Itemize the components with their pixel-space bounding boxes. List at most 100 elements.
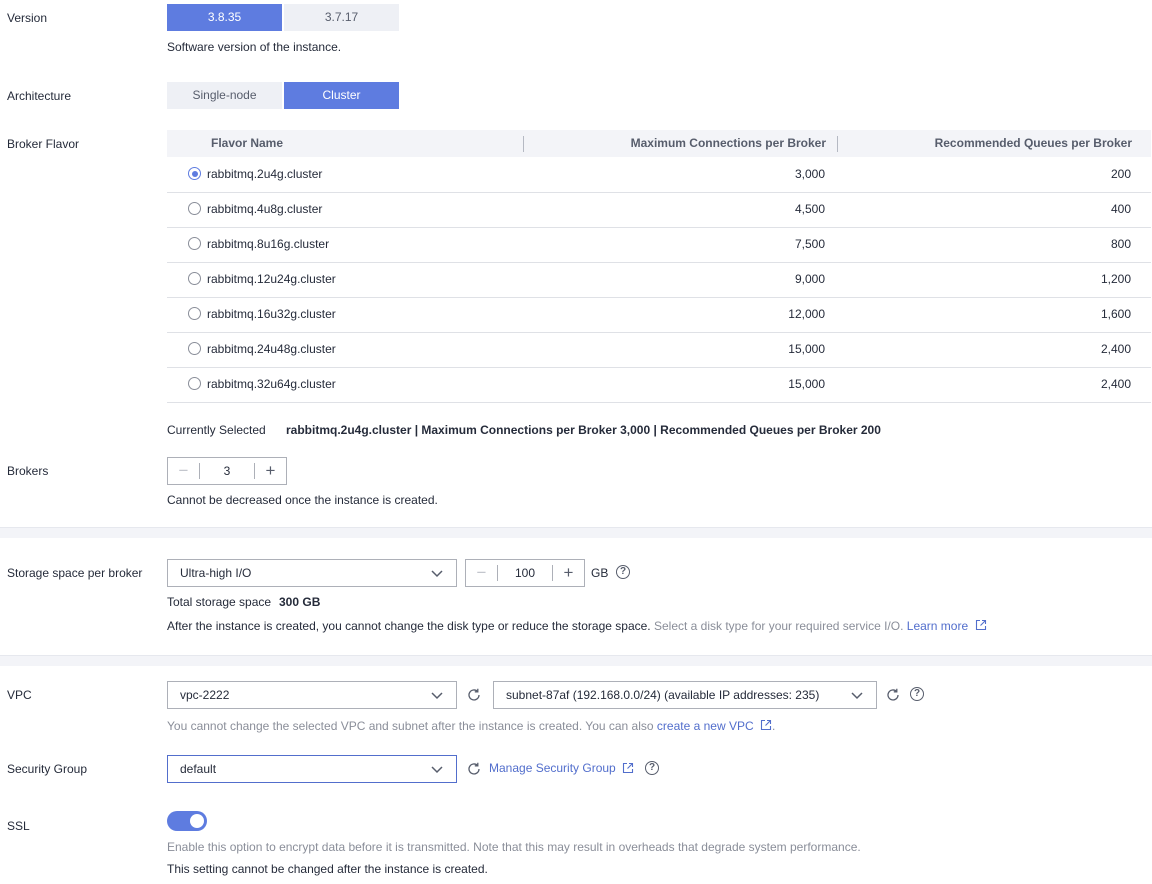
version-option-3-8-35[interactable]: 3.8.35 — [167, 4, 282, 31]
flavor-name: rabbitmq.8u16g.cluster — [207, 237, 330, 251]
flavor-max-connections: 12,000 — [788, 307, 825, 321]
external-link-icon[interactable] — [975, 619, 987, 631]
flavor-radio[interactable] — [188, 237, 201, 250]
brokers-decrease-button[interactable]: − — [168, 458, 199, 484]
storage-unit: GB — [591, 566, 609, 580]
subnet-value: subnet-87af (192.168.0.0/24) (available … — [506, 688, 820, 702]
flavor-row[interactable]: rabbitmq.16u32g.cluster 12,000 1,600 — [167, 297, 1151, 333]
column-divider — [837, 136, 838, 152]
flavor-recommended-queues: 800 — [1110, 237, 1131, 251]
refresh-icon[interactable] — [885, 687, 901, 703]
question-icon[interactable]: ? — [616, 565, 630, 579]
flavor-row[interactable]: rabbitmq.12u24g.cluster 9,000 1,200 — [167, 262, 1151, 298]
flavor-row[interactable]: rabbitmq.2u4g.cluster 3,000 200 — [167, 157, 1151, 193]
section-divider — [0, 527, 1152, 538]
ssl-hint-2: This setting cannot be changed after the… — [167, 862, 488, 876]
external-link-icon[interactable] — [622, 762, 634, 774]
chevron-down-icon — [431, 766, 443, 774]
flavor-recommended-queues: 1,600 — [1100, 307, 1131, 321]
storage-size-value[interactable]: 100 — [498, 560, 552, 586]
manage-security-group-link[interactable]: Manage Security Group — [489, 761, 616, 775]
disk-type-select[interactable]: Ultra-high I/O — [167, 559, 457, 587]
total-storage-label: Total storage space — [167, 595, 272, 609]
flavor-name: rabbitmq.24u48g.cluster — [207, 342, 336, 356]
flavor-max-connections: 3,000 — [794, 167, 825, 181]
flavor-row[interactable]: rabbitmq.24u48g.cluster 15,000 2,400 — [167, 332, 1151, 368]
flavor-name: rabbitmq.2u4g.cluster — [207, 167, 323, 181]
vpc-hint: You cannot change the selected VPC and s… — [167, 719, 775, 733]
ssl-label: SSL — [7, 819, 30, 833]
flavor-radio[interactable] — [188, 272, 201, 285]
toggle-knob — [190, 814, 204, 828]
disk-type-value: Ultra-high I/O — [180, 566, 252, 580]
column-recommended-queues: Recommended Queues per Broker — [934, 136, 1132, 150]
currently-selected-label: Currently Selected — [167, 423, 266, 437]
flavor-row[interactable]: rabbitmq.8u16g.cluster 7,500 800 — [167, 227, 1151, 263]
storage-stepper: − 100 + — [465, 559, 585, 587]
flavor-max-connections: 15,000 — [788, 342, 825, 356]
storage-increase-button[interactable]: + — [553, 560, 584, 586]
chevron-down-icon — [431, 692, 443, 700]
brokers-hint: Cannot be decreased once the instance is… — [167, 493, 438, 507]
column-divider — [523, 136, 524, 152]
flavor-max-connections: 15,000 — [788, 377, 825, 391]
subnet-select[interactable]: subnet-87af (192.168.0.0/24) (available … — [493, 681, 877, 709]
flavor-radio[interactable] — [188, 167, 201, 180]
storage-note-grey: Select a disk type for your required ser… — [653, 619, 904, 633]
broker-flavor-label: Broker Flavor — [7, 137, 80, 151]
flavor-max-connections: 9,000 — [794, 272, 825, 286]
currently-selected-value: rabbitmq.2u4g.cluster | Maximum Connecti… — [286, 423, 881, 437]
ssl-hint: Enable this option to encrypt data befor… — [167, 840, 861, 854]
total-storage-value: 300 GB — [279, 595, 321, 609]
storage-decrease-button[interactable]: − — [466, 560, 497, 586]
flavor-row[interactable]: rabbitmq.4u8g.cluster 4,500 400 — [167, 192, 1151, 228]
column-max-connections: Maximum Connections per Broker — [630, 136, 826, 150]
flavor-radio[interactable] — [188, 342, 201, 355]
flavor-max-connections: 7,500 — [794, 237, 825, 251]
vpc-value: vpc-2222 — [180, 688, 230, 702]
flavor-name: rabbitmq.12u24g.cluster — [207, 272, 336, 286]
brokers-stepper: − 3 + — [167, 457, 287, 485]
vpc-hint-text: You cannot change the selected VPC and s… — [167, 719, 654, 733]
brokers-increase-button[interactable]: + — [255, 458, 286, 484]
chevron-down-icon — [431, 570, 443, 578]
version-option-3-7-17[interactable]: 3.7.17 — [284, 4, 399, 31]
refresh-icon[interactable] — [466, 761, 482, 777]
vpc-label: VPC — [7, 688, 32, 702]
external-link-icon[interactable] — [760, 719, 772, 731]
column-flavor-name: Flavor Name — [211, 136, 284, 150]
architecture-option-cluster[interactable]: Cluster — [284, 82, 399, 109]
version-hint: Software version of the instance. — [167, 40, 342, 54]
question-icon[interactable]: ? — [645, 761, 659, 775]
flavor-recommended-queues: 2,400 — [1100, 377, 1131, 391]
section-divider — [0, 655, 1152, 666]
security-group-select[interactable]: default — [167, 755, 457, 783]
flavor-recommended-queues: 2,400 — [1100, 342, 1131, 356]
refresh-icon[interactable] — [466, 687, 482, 703]
flavor-recommended-queues: 1,200 — [1100, 272, 1131, 286]
flavor-radio[interactable] — [188, 307, 201, 320]
flavor-radio[interactable] — [188, 202, 201, 215]
architecture-label: Architecture — [7, 89, 72, 103]
architecture-option-single-node[interactable]: Single-node — [167, 82, 282, 109]
flavor-recommended-queues: 200 — [1110, 167, 1131, 181]
vpc-hint-end: . — [771, 719, 776, 733]
version-label: Version — [7, 11, 48, 25]
flavor-radio[interactable] — [188, 377, 201, 390]
question-icon[interactable]: ? — [910, 687, 924, 701]
flavor-row[interactable]: rabbitmq.32u64g.cluster 15,000 2,400 — [167, 367, 1151, 403]
learn-more-link[interactable]: Learn more — [907, 619, 968, 633]
storage-label: Storage space per broker — [7, 566, 143, 580]
vpc-select[interactable]: vpc-2222 — [167, 681, 457, 709]
storage-note: After the instance is created, you canno… — [167, 619, 987, 633]
security-group-value: default — [180, 762, 217, 776]
brokers-label: Brokers — [7, 464, 49, 478]
brokers-value[interactable]: 3 — [200, 458, 254, 484]
storage-note-text: After the instance is created, you canno… — [167, 619, 651, 633]
create-vpc-link[interactable]: create a new VPC — [657, 719, 754, 733]
flavor-max-connections: 4,500 — [794, 202, 825, 216]
flavor-name: rabbitmq.4u8g.cluster — [207, 202, 323, 216]
flavor-name: rabbitmq.32u64g.cluster — [207, 377, 336, 391]
ssl-toggle[interactable] — [167, 811, 207, 831]
security-group-label: Security Group — [7, 762, 88, 776]
